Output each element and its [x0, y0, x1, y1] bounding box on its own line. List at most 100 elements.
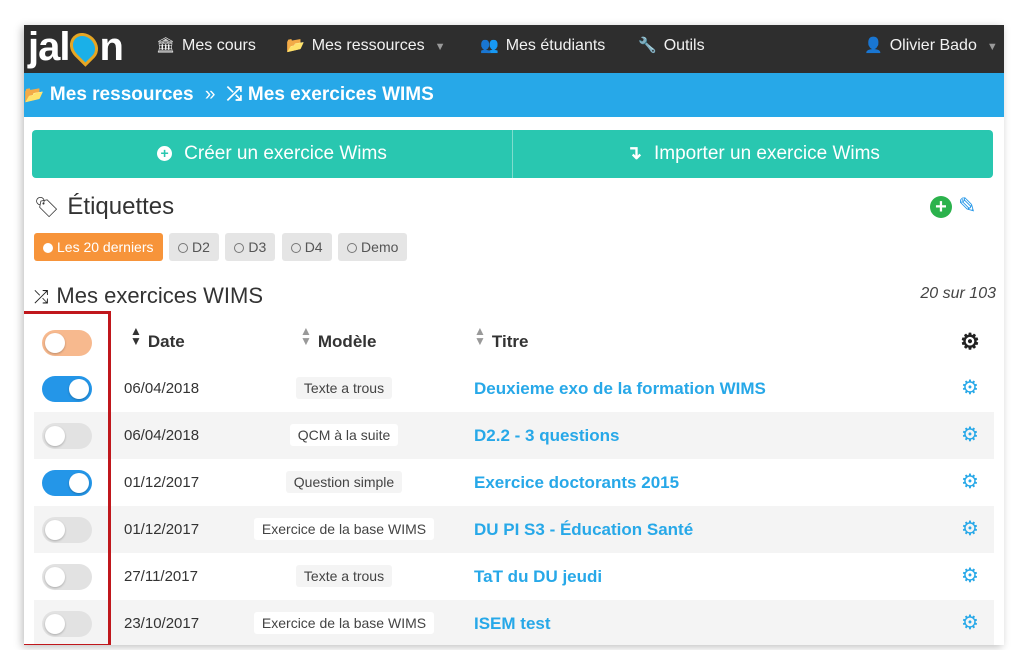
- exercise-title-link[interactable]: Deuxieme exo de la formation WIMS: [474, 365, 766, 412]
- bank-icon: 🏛: [156, 37, 176, 54]
- row-settings-icon[interactable]: ⚙: [958, 600, 982, 645]
- tag-d4[interactable]: D4: [281, 233, 332, 261]
- sort-icon: ▲ ▼: [474, 324, 486, 348]
- add-label-icon[interactable]: +: [930, 196, 952, 218]
- model-badge: Exercice de la base WIMS: [253, 518, 435, 540]
- plus-circle-icon: +: [157, 146, 173, 161]
- result-count: 20 sur 103: [920, 285, 996, 302]
- folder-open-icon: 📂: [286, 37, 305, 54]
- nav-outils[interactable]: 🔧 Outils: [638, 25, 705, 73]
- exercise-title-link[interactable]: TaT du DU jeudi: [474, 553, 602, 600]
- row-settings-icon[interactable]: ⚙: [958, 365, 982, 412]
- breadcrumb-separator: »: [204, 84, 216, 105]
- model-cell: Exercice de la base WIMS: [244, 506, 444, 553]
- tag-d2[interactable]: D2: [168, 233, 219, 261]
- table-row: 23/10/2017 Exercice de la base WIMS ISEM t…: [34, 600, 994, 645]
- shuffle-icon: ⤮: [226, 84, 242, 105]
- radio-icon: [290, 243, 301, 253]
- import-exercise-button[interactable]: ↴ Importer un exercice Wims: [512, 130, 993, 178]
- table-header: ▲ ▼ Date ▲ ▼ Modèle ▲ ▼ Titre ⚙: [34, 318, 994, 365]
- user-icon: 👤: [864, 37, 883, 54]
- tag-label: D2: [191, 239, 210, 255]
- tag-d3[interactable]: D3: [225, 233, 276, 261]
- sort-model-header[interactable]: ▲ ▼ Modèle: [300, 318, 376, 365]
- model-badge: Texte a trous: [295, 377, 393, 399]
- radio-icon: [43, 243, 53, 253]
- breadcrumb-current: Mes exercices WIMS: [247, 84, 434, 105]
- table-row: 01/12/2017 Question simple Exercice doctor…: [34, 459, 994, 506]
- nav-mes-ressources[interactable]: 📂 Mes ressources ▼: [286, 25, 446, 73]
- exercise-title-link[interactable]: DU PI S3 - Éducation Santé: [474, 506, 693, 553]
- sort-title-header[interactable]: ▲ ▼ Titre: [474, 318, 528, 365]
- exercise-list-heading: ⤮ Mes exercices WIMS: [34, 283, 263, 309]
- chevron-down-icon: ▼: [986, 41, 998, 53]
- table-row: 27/11/2017 Texte a trous TaT du DU jeudi ⚙: [34, 553, 994, 600]
- nav-label: Mes ressources: [311, 37, 425, 54]
- logo-text-start: jal: [28, 25, 70, 69]
- model-cell: Question simple: [244, 459, 444, 506]
- shuffle-icon: ⤮: [34, 287, 49, 307]
- date-cell: 06/04/2018: [124, 427, 200, 444]
- exercise-title-link[interactable]: ISEM test: [474, 600, 551, 645]
- top-navbar: jal n 🏛 Mes cours 📂 Mes ressources ▼ 👥 Mes ét…: [24, 25, 1004, 73]
- sort-icon: ▲ ▼: [300, 324, 312, 348]
- logo[interactable]: jal n: [28, 25, 124, 73]
- model-badge: QCM à la suite: [289, 424, 399, 446]
- create-exercise-button[interactable]: + Créer un exercice Wims: [32, 130, 512, 178]
- folder-open-icon: 📂: [24, 87, 44, 104]
- tags-icon: 🏷: [34, 197, 60, 219]
- row-settings-icon[interactable]: ⚙: [958, 459, 982, 506]
- create-exercise-label: Créer un exercice Wims: [184, 143, 387, 164]
- model-cell: Exercice de la base WIMS: [244, 600, 444, 645]
- date-cell: 01/12/2017: [124, 474, 200, 491]
- tag-label: Demo: [361, 239, 399, 255]
- labels-title: Étiquettes: [67, 193, 175, 220]
- row-settings-icon[interactable]: ⚙: [958, 506, 982, 553]
- table-row: 06/04/2018 Texte a trous Deuxieme exo de l…: [34, 365, 994, 412]
- row-settings-icon[interactable]: ⚙: [958, 412, 982, 459]
- table-settings-icon[interactable]: ⚙: [958, 318, 982, 365]
- breadcrumb: 📂 Mes ressources » ⤮ Mes exercices WIMS: [24, 73, 1004, 117]
- labels-tools: + ✎: [930, 193, 976, 219]
- exercise-title-link[interactable]: D2.2 - 3 questions: [474, 412, 619, 459]
- row-settings-icon[interactable]: ⚙: [958, 553, 982, 600]
- nav-mes-cours[interactable]: 🏛 Mes cours: [156, 25, 256, 73]
- tag-label: D3: [248, 239, 267, 255]
- nav-label: Mes cours: [182, 37, 256, 54]
- radio-icon: [234, 243, 245, 253]
- model-cell: QCM à la suite: [244, 412, 444, 459]
- app-window: jal n 🏛 Mes cours 📂 Mes ressources ▼ 👥 Mes ét…: [24, 25, 1004, 645]
- tag-label: Les 20 derniers: [57, 239, 154, 255]
- tag-label: D4: [304, 239, 323, 255]
- model-cell: Texte a trous: [244, 553, 444, 600]
- logo-text-end: n: [99, 25, 123, 69]
- action-bar: + Créer un exercice Wims ↴ Importer un exe…: [32, 130, 993, 178]
- nav-label: Mes étudiants: [505, 37, 606, 54]
- import-exercise-label: Importer un exercice Wims: [653, 143, 880, 164]
- column-label: Date: [147, 332, 185, 351]
- column-label: Titre: [491, 332, 529, 351]
- radio-icon: [347, 243, 358, 253]
- model-badge: Question simple: [285, 471, 403, 493]
- sort-date-header[interactable]: ▲ ▼ Date: [130, 318, 185, 365]
- chevron-down-icon: ▼: [434, 41, 446, 53]
- tag-demo[interactable]: Demo: [338, 233, 408, 261]
- breadcrumb-parent[interactable]: Mes ressources: [50, 73, 194, 117]
- edit-labels-icon[interactable]: ✎: [958, 193, 976, 219]
- table-row: 01/12/2017 Exercice de la base WIMS DU PI …: [34, 506, 994, 553]
- date-cell: 23/10/2017: [124, 615, 200, 632]
- tag-les-20-derniers[interactable]: Les 20 derniers: [34, 233, 163, 261]
- date-cell: 06/04/2018: [124, 380, 200, 397]
- exercise-title-link[interactable]: Exercice doctorants 2015: [474, 459, 679, 506]
- nav-user-menu[interactable]: 👤 Olivier Bado ▼: [864, 25, 998, 73]
- column-label: Modèle: [317, 332, 377, 351]
- model-cell: Texte a trous: [244, 365, 444, 412]
- radio-icon: [177, 243, 188, 253]
- model-badge: Exercice de la base WIMS: [253, 612, 435, 634]
- users-icon: 👥: [480, 37, 499, 54]
- date-cell: 27/11/2017: [124, 568, 198, 585]
- nav-label: Outils: [663, 37, 705, 54]
- exercise-list-title: Mes exercices WIMS: [56, 283, 263, 308]
- nav-mes-etudiants[interactable]: 👥 Mes étudiants: [480, 25, 605, 73]
- sort-icon: ▲ ▼: [130, 324, 142, 348]
